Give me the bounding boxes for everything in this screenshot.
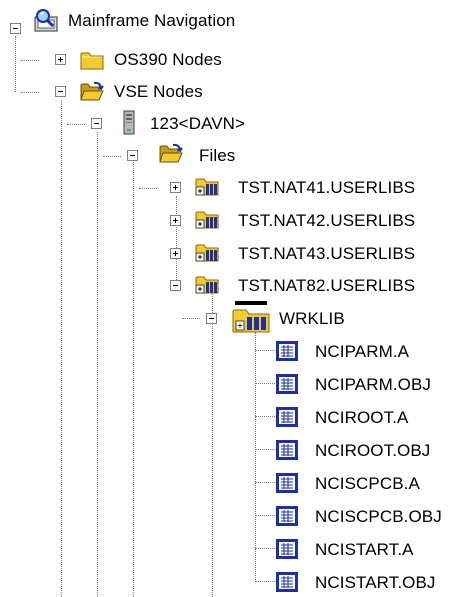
library-folder-icon bbox=[195, 211, 219, 229]
tree-node-label: TST.NAT82.USERLIBS bbox=[238, 276, 416, 295]
member-document-icon bbox=[276, 572, 298, 592]
member-document-icon bbox=[276, 539, 298, 559]
collapse-expander[interactable] bbox=[10, 23, 21, 34]
tree-node-label: VSE Nodes bbox=[114, 82, 203, 101]
tree-node-label: NCIROOT.A bbox=[315, 408, 409, 427]
tree-line bbox=[97, 132, 98, 597]
collapse-expander[interactable] bbox=[206, 313, 217, 324]
tree-node-label: NCISCPCB.OBJ bbox=[315, 507, 442, 526]
tree-line bbox=[255, 482, 275, 483]
library-folder-icon bbox=[195, 244, 219, 262]
tree-line bbox=[103, 156, 121, 157]
library-folder-icon bbox=[195, 276, 219, 294]
server-icon bbox=[123, 110, 135, 135]
library-folder-icon bbox=[195, 178, 219, 196]
open-folder-icon bbox=[80, 81, 104, 101]
member-document-icon bbox=[276, 506, 298, 526]
mainframe-navigation-icon bbox=[34, 9, 58, 32]
expand-expander[interactable] bbox=[170, 215, 181, 226]
tree-line bbox=[182, 318, 200, 319]
tree-node-label: OS390 Nodes bbox=[114, 50, 222, 69]
tree-line bbox=[255, 449, 275, 450]
closed-folder-icon bbox=[80, 52, 104, 70]
member-document-icon bbox=[276, 473, 298, 493]
library-icon bbox=[232, 301, 270, 333]
collapse-expander[interactable] bbox=[170, 280, 181, 291]
tree-line bbox=[21, 92, 39, 93]
tree-node-label: NCIPARM.A bbox=[315, 342, 410, 361]
tree-node-label: TST.NAT42.USERLIBS bbox=[238, 211, 416, 230]
member-document-icon bbox=[276, 407, 298, 427]
tree-line bbox=[67, 124, 85, 125]
tree-node-label: TST.NAT43.USERLIBS bbox=[238, 244, 416, 263]
collapse-expander[interactable] bbox=[91, 118, 102, 129]
expand-expander[interactable] bbox=[170, 248, 181, 259]
tree-node-label: TST.NAT41.USERLIBS bbox=[238, 178, 416, 197]
mainframe-navigation-tree: Mainframe Navigation OS390 Nodes VSE Nod… bbox=[0, 0, 467, 597]
tree-node-label: Mainframe Navigation bbox=[68, 11, 236, 30]
tree-node-label: WRKLIB bbox=[279, 309, 345, 328]
expand-expander[interactable] bbox=[55, 54, 66, 65]
tree-node-label: NCIPARM.OBJ bbox=[315, 375, 432, 394]
tree-line bbox=[212, 294, 213, 597]
tree-line bbox=[139, 188, 157, 189]
tree-node-label: 123<DAVN> bbox=[150, 114, 246, 133]
tree-node-label: NCISCPCB.A bbox=[315, 474, 420, 493]
tree-line bbox=[133, 162, 134, 597]
tree-line bbox=[176, 196, 177, 284]
member-document-icon bbox=[276, 440, 298, 460]
tree-node-label: NCISTART.A bbox=[315, 540, 414, 559]
expand-expander[interactable] bbox=[170, 182, 181, 193]
tree-line bbox=[255, 350, 275, 351]
tree-line bbox=[255, 548, 275, 549]
tree-node-label: Files bbox=[199, 146, 236, 165]
tree-line bbox=[255, 581, 275, 582]
tree-node-label: NCISTART.OBJ bbox=[315, 573, 436, 592]
tree-line bbox=[21, 60, 39, 61]
tree-line bbox=[255, 332, 256, 582]
open-folder-icon bbox=[159, 143, 183, 163]
tree-line bbox=[255, 416, 275, 417]
tree-line bbox=[61, 100, 62, 597]
tree-line bbox=[255, 383, 275, 384]
member-document-icon bbox=[276, 341, 298, 361]
tree-line bbox=[15, 36, 16, 92]
tree-line bbox=[255, 515, 275, 516]
collapse-expander[interactable] bbox=[127, 150, 138, 161]
tree-node-label: NCIROOT.OBJ bbox=[315, 441, 431, 460]
collapse-expander[interactable] bbox=[55, 86, 66, 97]
member-document-icon bbox=[276, 374, 298, 394]
